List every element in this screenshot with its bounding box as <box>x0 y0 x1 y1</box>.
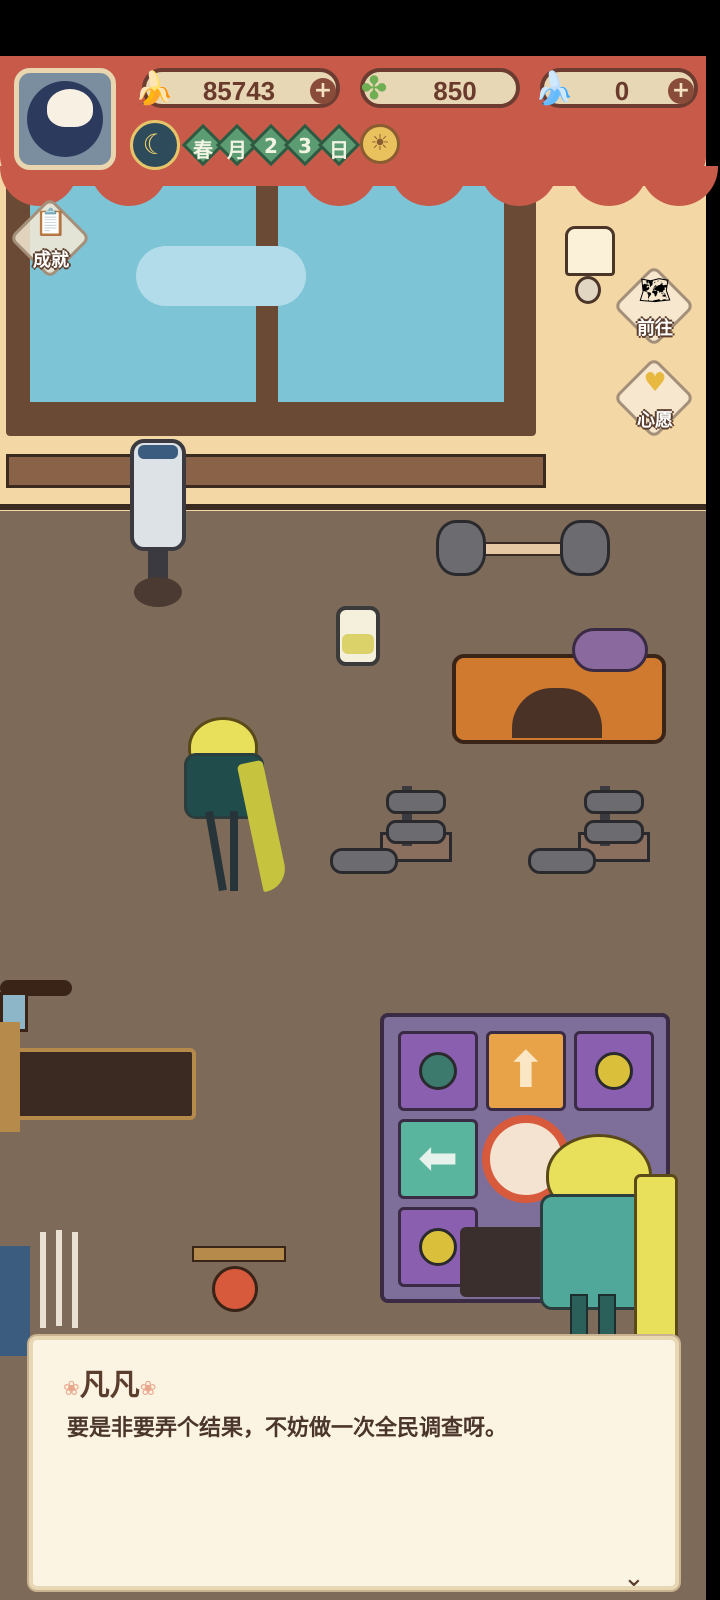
day-digit-2: 3 <box>298 134 312 158</box>
game-scene[interactable]: ⬆ ⬅ 🍌 85743 + ✤ 850 🍌 0 + ☾ 春 月 2 3 日 ☀ … <box>0 56 720 1600</box>
clipboard-icon: 📋 <box>34 208 68 238</box>
moon-icon: ☾ <box>130 120 180 170</box>
blue-banana-value: 0 <box>614 76 630 106</box>
map-board-icon: 🗺 <box>638 276 672 306</box>
banana-icon: 🍌 <box>134 69 174 107</box>
banana-value: 85743 <box>202 76 276 106</box>
speaker-name: 凡凡 <box>79 1368 140 1403</box>
wall-lamp[interactable] <box>565 226 615 304</box>
banana-counter: 🍌 85743 + <box>134 68 340 108</box>
barbell[interactable] <box>436 518 612 580</box>
dumbbell-rack-right[interactable] <box>528 776 653 876</box>
window-sill <box>6 454 546 488</box>
goto-button[interactable]: 🗺 前往 <box>612 264 696 348</box>
blue-banana-icon: 🍌 <box>534 69 574 107</box>
window-pane-right <box>278 176 504 402</box>
day-digit-1: 2 <box>264 134 278 158</box>
water-cup[interactable] <box>336 606 380 674</box>
goto-label: 前往 <box>637 318 673 339</box>
player-avatar-button[interactable] <box>14 68 116 170</box>
yoga-mat[interactable] <box>452 628 666 746</box>
dino-character-walking[interactable] <box>182 711 292 901</box>
cloud <box>136 246 306 306</box>
weather-sun-icon[interactable]: ☀ <box>360 124 400 164</box>
avatar <box>27 81 103 157</box>
add-banana-button[interactable]: + <box>310 78 336 104</box>
gong-stand[interactable] <box>192 1246 286 1326</box>
season-label: 春 <box>193 138 213 162</box>
dialog-text: 要是非要弄个结果，不妨做一次全民调查呀。 <box>67 1416 508 1441</box>
add-blue-banana-button[interactable]: + <box>668 78 694 104</box>
month-label: 月 <box>227 138 247 162</box>
clover-counter: ✤ 850 <box>360 68 520 108</box>
achievements-label: 成就 <box>33 250 69 271</box>
treadmill[interactable] <box>0 962 200 1142</box>
status-bar <box>0 0 720 56</box>
clover-value: 850 <box>433 76 477 106</box>
dialog-box[interactable]: ❀凡凡❀ 要是非要弄个结果，不妨做一次全民调查呀。 ⌄ <box>29 1336 679 1591</box>
wish-button[interactable]: ♥ 心愿 <box>612 356 696 440</box>
blue-banana-counter: 🍌 0 + <box>534 68 698 108</box>
paw-icon: ❀ <box>139 1376 157 1400</box>
speaker-name-row: ❀凡凡❀ <box>63 1360 157 1404</box>
dumbbell-rack-left[interactable] <box>330 776 455 876</box>
punching-bag[interactable] <box>130 439 186 611</box>
paw-icon: ❀ <box>63 1376 80 1400</box>
chevron-down-icon[interactable]: ⌄ <box>623 1565 651 1591</box>
day-label: 日 <box>329 138 349 162</box>
achievements-button[interactable]: 📋 成就 <box>8 196 92 280</box>
floor-edge <box>0 504 706 510</box>
wish-label: 心愿 <box>637 410 673 431</box>
heart-book-icon: ♥ <box>643 368 667 398</box>
avatar-cat-face <box>47 89 93 127</box>
clover-icon: ✤ <box>360 69 388 107</box>
screen-edge <box>706 56 720 1600</box>
